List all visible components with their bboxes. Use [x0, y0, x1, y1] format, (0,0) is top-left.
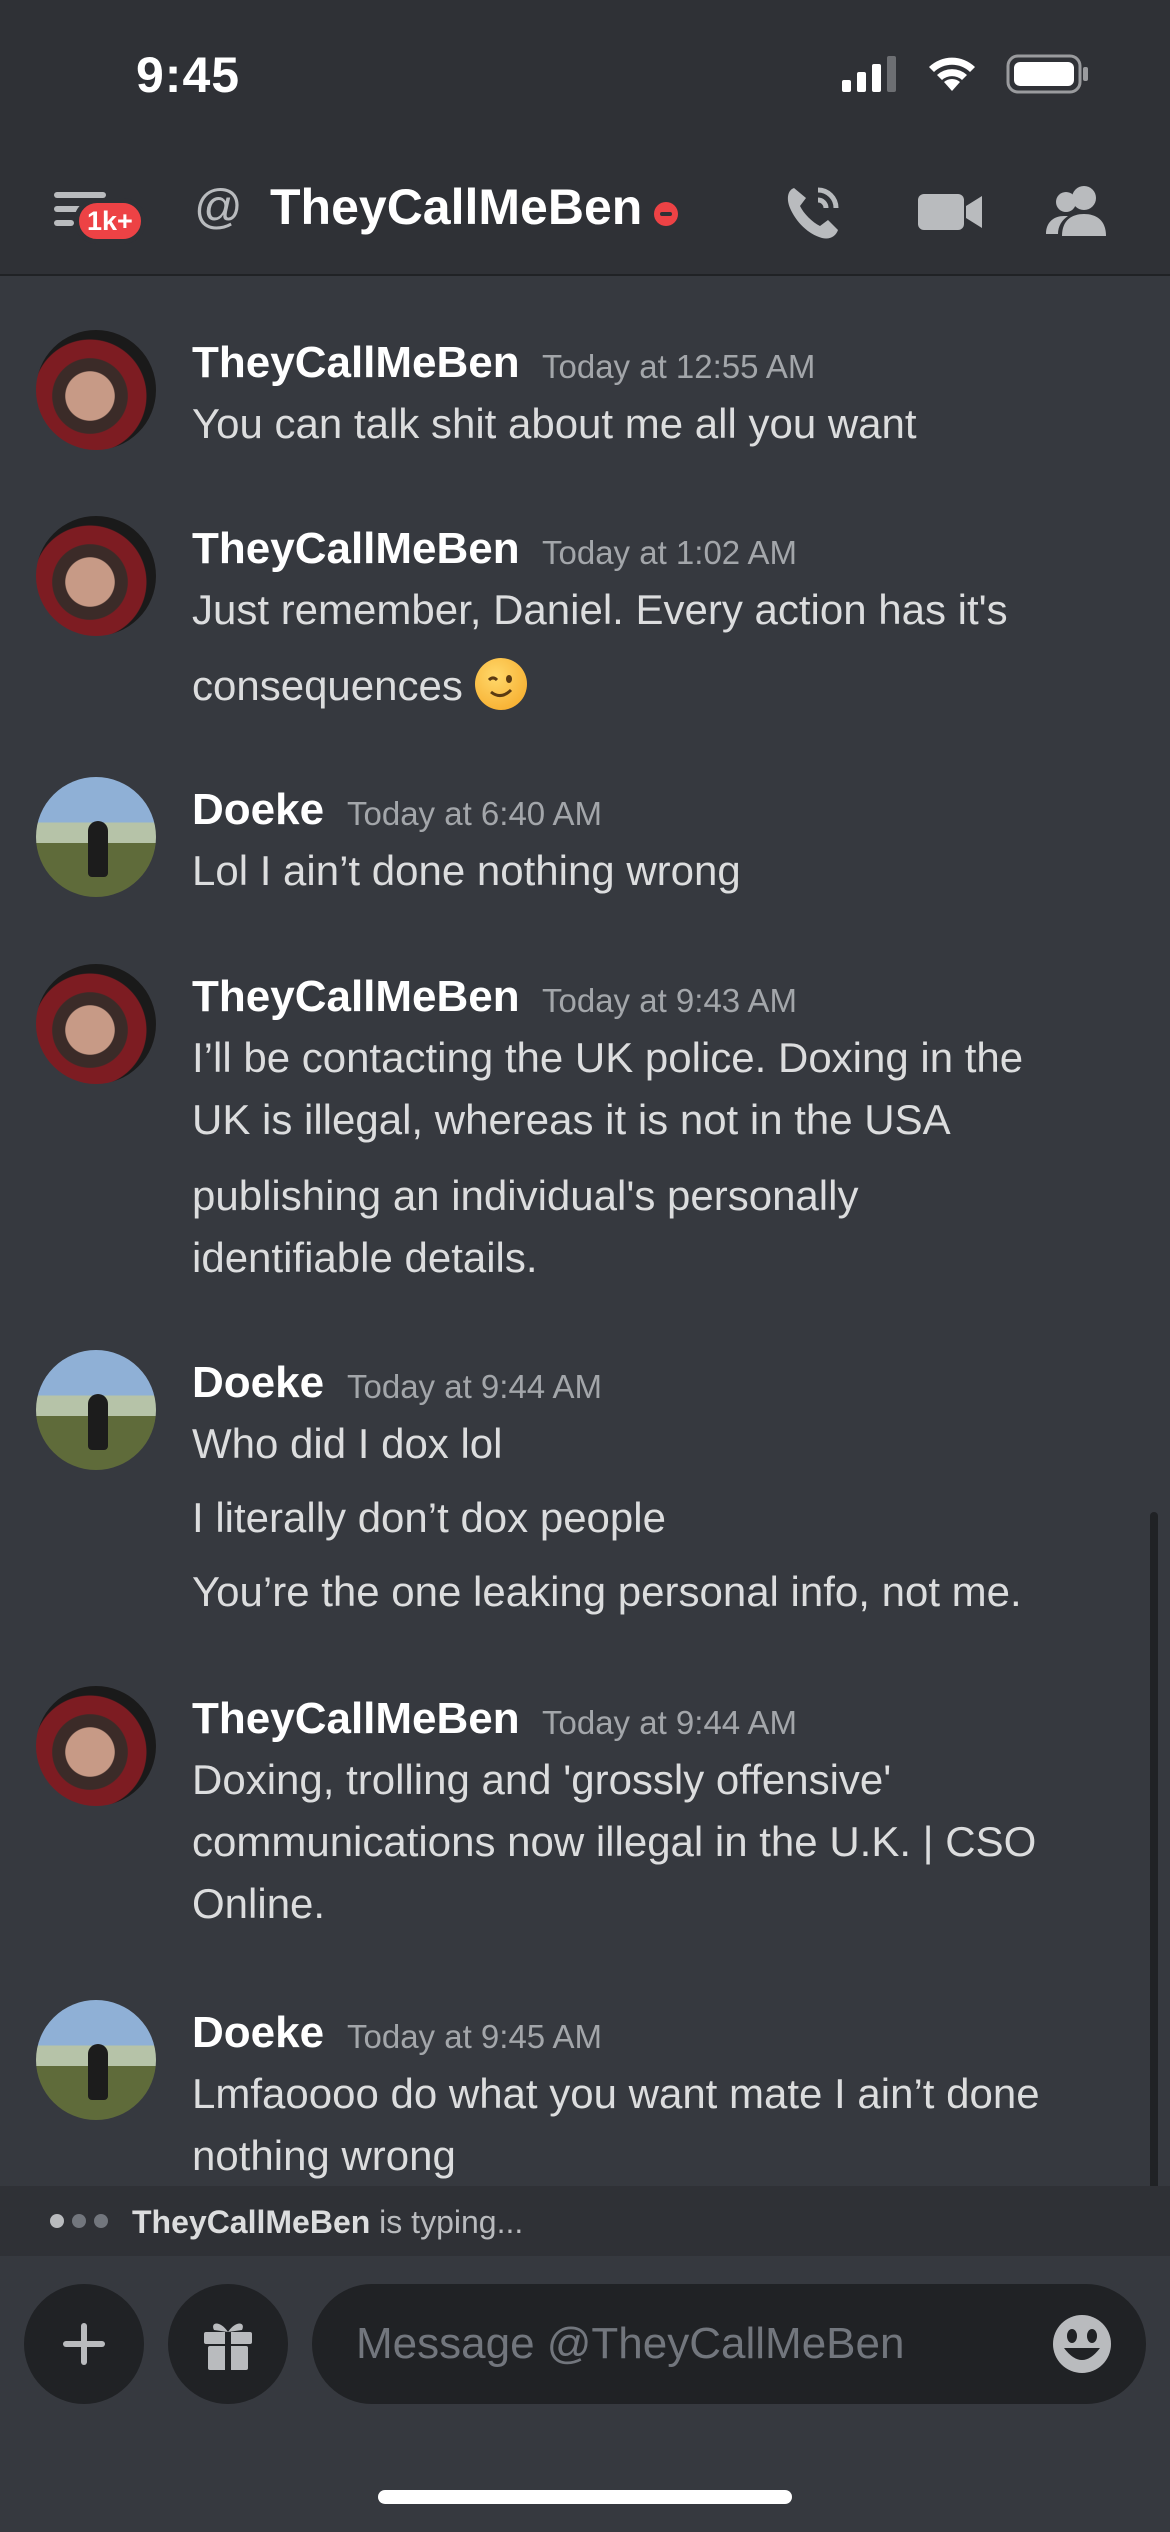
- message-text: I’ll be contacting the UK police. Doxing…: [192, 1034, 1024, 1081]
- gift-icon: [204, 2323, 252, 2370]
- message-author[interactable]: TheyCallMeBen: [192, 524, 520, 574]
- typing-user-name: TheyCallMeBen: [132, 2204, 371, 2240]
- avatar[interactable]: [36, 1350, 156, 1470]
- video-icon: [918, 194, 982, 230]
- avatar[interactable]: [36, 516, 156, 636]
- typing-text: TheyCallMeBen is typing...: [132, 2204, 523, 2241]
- message-text: Lol I ain’t done nothing wrong: [192, 847, 741, 894]
- message-author[interactable]: Doeke: [192, 1358, 324, 1408]
- home-indicator[interactable]: [378, 2490, 792, 2504]
- dm-header: 1k+ @ TheyCallMeBen: [0, 150, 1170, 276]
- message-text: Who did I dox lol: [192, 1420, 503, 1467]
- gift-button[interactable]: [168, 2284, 288, 2404]
- message-text: identifiable details.: [192, 1234, 538, 1281]
- message-text: Lmfaoooo do what you want mate I ain’t d…: [192, 2070, 1040, 2117]
- status-icons: [842, 54, 1090, 94]
- dnd-status-icon: [654, 202, 678, 226]
- avatar[interactable]: [36, 2000, 156, 2120]
- add-attachment-button[interactable]: [24, 2284, 144, 2404]
- at-icon: @: [194, 181, 243, 234]
- status-bar: 9:45: [0, 0, 1170, 150]
- members-icon: [1046, 186, 1106, 236]
- plus-icon: [63, 2323, 105, 2365]
- message-text: nothing wrong: [192, 2132, 456, 2179]
- avatar[interactable]: [36, 964, 156, 1084]
- message-author[interactable]: Doeke: [192, 785, 324, 835]
- message-text: I literally don’t dox people: [192, 1494, 666, 1541]
- status-time: 9:45: [136, 47, 241, 103]
- message-text-fragment: consequences: [192, 662, 463, 709]
- battery-icon: [1006, 54, 1088, 94]
- scrollbar[interactable]: [1150, 1512, 1158, 2186]
- message-text: publishing an individual's personally: [192, 1172, 859, 1219]
- message-timestamp: Today at 9:44 AM: [347, 1368, 602, 1405]
- emoji-icon: [1053, 2315, 1111, 2373]
- message-composer: Message @TheyCallMeBen: [0, 2256, 1170, 2532]
- message-timestamp: Today at 6:40 AM: [347, 795, 602, 832]
- typing-dots-icon: [50, 2214, 108, 2228]
- notification-badge: 1k+: [74, 198, 146, 244]
- message-list[interactable]: TheyCallMeBen Today at 12:55 AM You can …: [0, 276, 1170, 2186]
- message-text: Online.: [192, 1880, 326, 1927]
- message-input[interactable]: Message @TheyCallMeBen: [312, 2284, 1146, 2404]
- message-author[interactable]: Doeke: [192, 2008, 324, 2058]
- typing-indicator: TheyCallMeBen is typing...: [0, 2186, 1170, 2256]
- call-icon: [787, 187, 839, 239]
- message-timestamp: Today at 12:55 AM: [542, 348, 816, 385]
- message-text: You’re the one leaking personal info, no…: [192, 1568, 1022, 1615]
- page-title: TheyCallMeBen: [270, 179, 643, 235]
- message-text: consequences: [192, 658, 527, 710]
- message-text: UK is illegal, whereas it is not in the …: [192, 1096, 951, 1143]
- message-text: Doxing, trolling and 'grossly offensive': [192, 1756, 892, 1803]
- message-timestamp: Today at 9:44 AM: [542, 1704, 797, 1741]
- typing-suffix: is typing...: [370, 2204, 524, 2240]
- message-text: You can talk shit about me all you want: [192, 400, 917, 447]
- signal-icon: [842, 56, 896, 92]
- message-timestamp: Today at 9:45 AM: [347, 2018, 602, 2055]
- winking-face-emoji-icon: [474, 658, 527, 710]
- wifi-icon: [929, 57, 975, 91]
- emoji-button[interactable]: [1050, 2312, 1114, 2376]
- message-author[interactable]: TheyCallMeBen: [192, 972, 520, 1022]
- members-button[interactable]: [1044, 180, 1114, 244]
- message-text: communications now illegal in the U.K. |…: [192, 1818, 1037, 1865]
- message-author[interactable]: TheyCallMeBen: [192, 338, 520, 388]
- message-text: Just remember, Daniel. Every action has …: [192, 586, 1008, 633]
- avatar[interactable]: [36, 1686, 156, 1806]
- video-call-button[interactable]: [916, 180, 986, 244]
- avatar[interactable]: [36, 777, 156, 897]
- message-author[interactable]: TheyCallMeBen: [192, 1694, 520, 1744]
- message-timestamp: Today at 9:43 AM: [542, 982, 797, 1019]
- call-button[interactable]: [780, 180, 850, 244]
- avatar[interactable]: [36, 330, 156, 450]
- message-timestamp: Today at 1:02 AM: [542, 534, 797, 571]
